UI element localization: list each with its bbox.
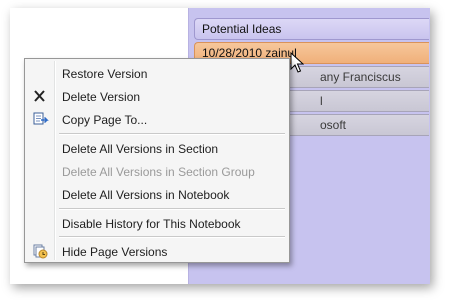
page-versions-icon: [33, 244, 48, 259]
page-tab-label: osoft: [320, 118, 347, 132]
page-tab-label: l: [320, 94, 323, 108]
menu-item-label: Delete All Versions in Section: [62, 142, 219, 156]
menu-item-label: Delete Version: [62, 90, 141, 104]
menu-item-label: Disable History for This Notebook: [62, 217, 241, 231]
menu-item-label: Delete All Versions in Section Group: [62, 165, 255, 179]
menu-item-restore-version[interactable]: Restore Version: [27, 62, 287, 84]
menu-item-label: Restore Version: [62, 67, 148, 81]
menu-item-copy-page-to[interactable]: Copy Page To...: [27, 108, 287, 130]
menu-item-hide-page-versions[interactable]: Hide Page Versions: [27, 240, 287, 262]
menu-item-disable-history[interactable]: Disable History for This Notebook: [27, 212, 287, 234]
menu-item-delete-all-versions-in-section[interactable]: Delete All Versions in Section: [27, 137, 287, 159]
menu-item-delete-all-versions-in-notebook[interactable]: Delete All Versions in Notebook: [27, 183, 287, 205]
menu-separator: [59, 133, 285, 135]
copy-page-icon: [33, 112, 49, 125]
menu-item-delete-all-versions-in-section-group: Delete All Versions in Section Group: [27, 160, 287, 182]
close-icon: [34, 90, 45, 102]
page-tab-potential-ideas[interactable]: Potential Ideas: [194, 18, 429, 40]
menu-item-label: Hide Page Versions: [62, 245, 168, 259]
menu-item-label: Delete All Versions in Notebook: [62, 188, 230, 202]
page-tab-label: Potential Ideas: [202, 22, 282, 36]
page-version-context-menu: Restore Version Delete Version Copy Page…: [24, 58, 290, 263]
page-tab-label: any Franciscus: [320, 70, 401, 84]
mouse-cursor-icon: [290, 52, 304, 73]
menu-item-delete-version[interactable]: Delete Version: [27, 85, 287, 107]
menu-separator: [59, 236, 285, 238]
menu-separator: [59, 208, 285, 210]
menu-item-label: Copy Page To...: [62, 113, 148, 127]
